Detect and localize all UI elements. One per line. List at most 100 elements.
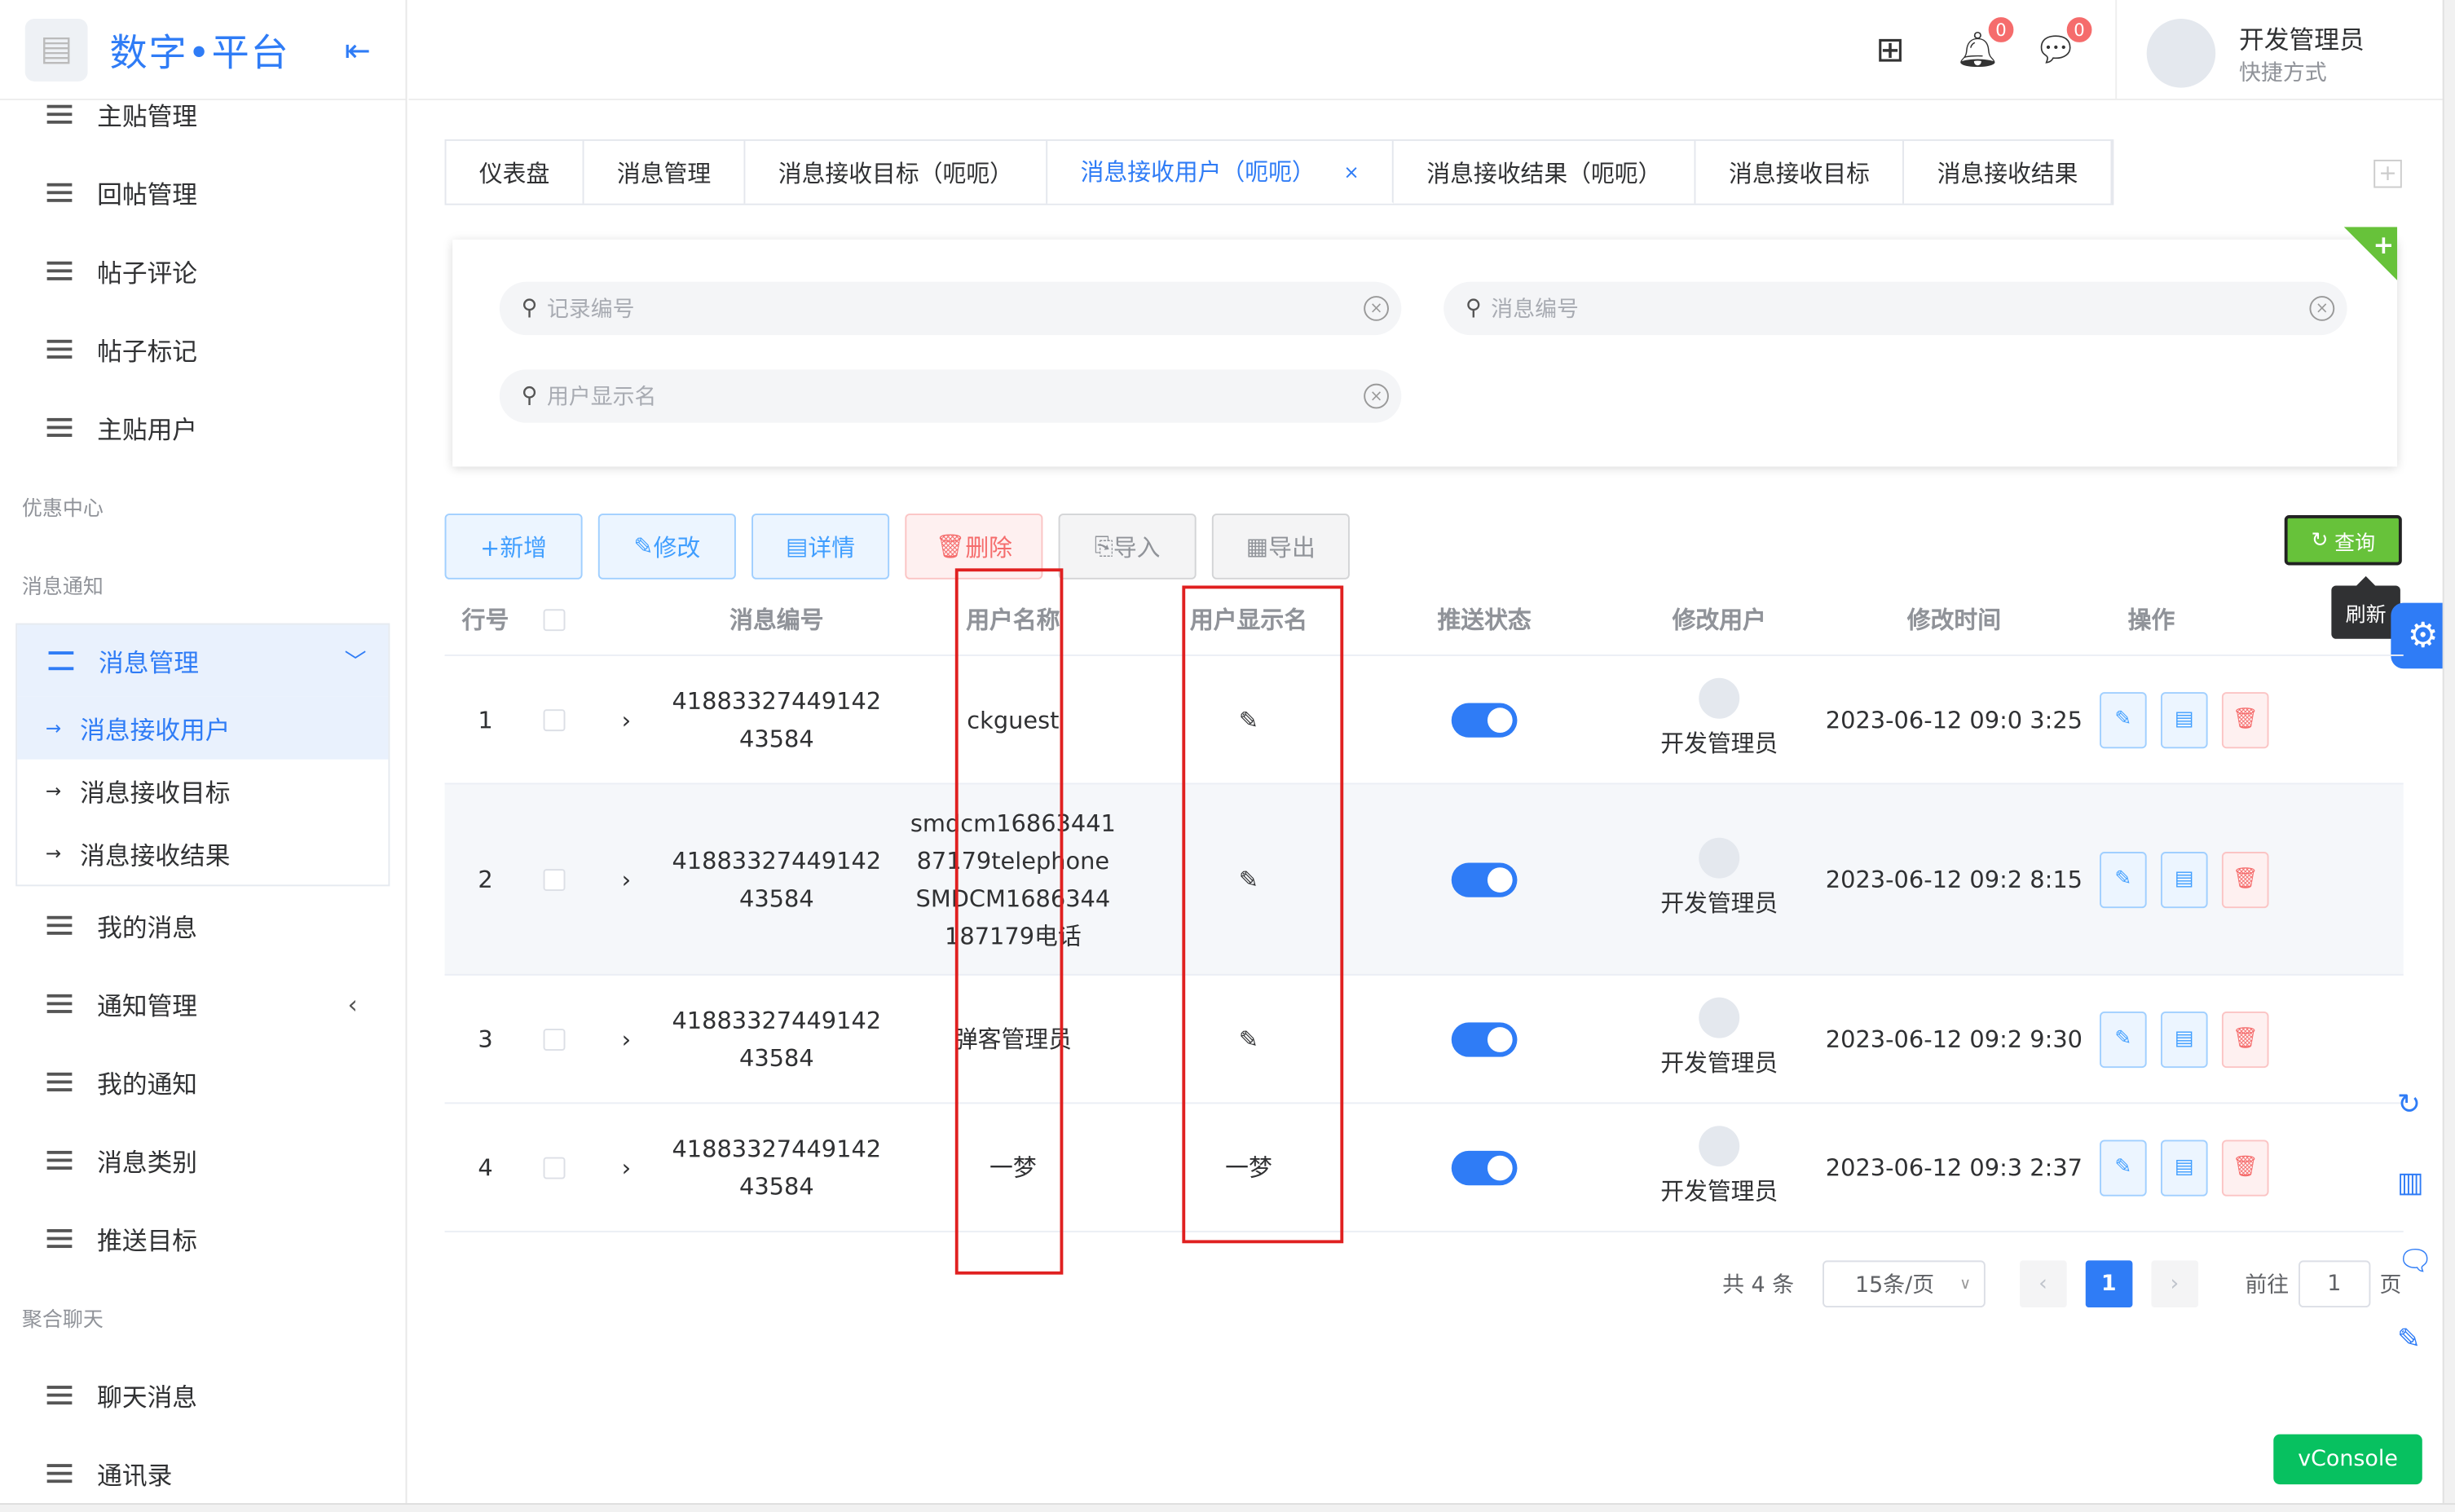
page-size-select[interactable]: 15条/页 ∨	[1822, 1260, 1986, 1308]
row-delete-button[interactable]: 🗑︎	[2221, 691, 2269, 748]
push-status-switch[interactable]	[1355, 1149, 1615, 1185]
user-display-input[interactable]: ⚲ 用户显示名 ×	[499, 369, 1402, 423]
row-edit-button[interactable]: ✎	[2100, 691, 2147, 748]
sidebar-subitem-receive-results[interactable]: → 消息接收结果	[17, 822, 388, 885]
sidebar-item-message-manage[interactable]: 消息管理 ﹀	[17, 624, 389, 697]
goto-page-input[interactable]: 1	[2298, 1260, 2371, 1308]
expand-icon[interactable]: ›	[583, 701, 671, 738]
row-delete-button[interactable]: 🗑︎	[2221, 851, 2269, 908]
sidebar-item-msg-category[interactable]: 消息类别	[0, 1121, 406, 1199]
sidebar-item-label: 我的通知	[97, 1069, 198, 1100]
horizontal-scrollbar[interactable]	[0, 1503, 2455, 1512]
expand-icon[interactable]: ›	[583, 861, 671, 898]
sidebar-item-my-notify[interactable]: 我的通知	[0, 1043, 406, 1121]
prev-page-button[interactable]: ‹	[2019, 1260, 2067, 1308]
sidebar-item-marks[interactable]: 帖子标记	[0, 310, 406, 388]
query-button[interactable]: ↻ 查询	[2284, 515, 2402, 566]
refresh-icon[interactable]: ↻	[2397, 1088, 2438, 1121]
chat-icon[interactable]: 💬︎ 0	[2034, 15, 2094, 70]
tab-label: 消息接收结果	[1937, 158, 2078, 187]
msg-no-input[interactable]: ⚲ 消息编号 ×	[1443, 281, 2347, 336]
row-delete-button[interactable]: 🗑︎	[2221, 1139, 2269, 1196]
chat-bubble-icon[interactable]: 🗨︎	[2397, 1245, 2438, 1277]
row-actions: ✎ ▤ 🗑︎	[2084, 1139, 2288, 1196]
tab-receive-targets-ee[interactable]: 消息接收目标（呃呃）	[745, 140, 1048, 204]
sidebar-item-contacts[interactable]: 通讯录	[0, 1435, 406, 1512]
page-number-current[interactable]: 1	[2085, 1260, 2133, 1308]
menu-icon	[46, 1150, 73, 1170]
tab-receive-targets[interactable]: 消息接收目标	[1696, 140, 1905, 204]
user-name[interactable]: 开发管理员	[2239, 19, 2365, 56]
tab-message-manage[interactable]: 消息管理	[584, 140, 746, 204]
avatar[interactable]	[2146, 19, 2216, 88]
col-header: 推送状态	[1437, 605, 1532, 634]
sidebar-item-push-target[interactable]: 推送目标	[0, 1199, 406, 1277]
row-checkbox[interactable]	[526, 1028, 582, 1051]
sidebar-item-label: 主贴管理	[97, 101, 198, 132]
tab-label: 消息接收结果（呃呃）	[1426, 158, 1662, 187]
vertical-scrollbar[interactable]	[2442, 0, 2455, 1512]
tab-label: 消息接收目标（呃呃）	[778, 158, 1013, 187]
add-tab-icon[interactable]: +	[2373, 159, 2402, 188]
apps-grid-icon[interactable]: ⊞	[1875, 31, 1904, 70]
edit-button[interactable]: ✎ 修改	[597, 514, 736, 580]
row-delete-button[interactable]: 🗑︎	[2221, 1011, 2269, 1068]
divider	[2115, 0, 2118, 100]
sidebar-item-replies[interactable]: 回帖管理	[0, 153, 406, 231]
import-button[interactable]: ⎘ 导入	[1058, 514, 1197, 580]
row-edit-button[interactable]: ✎	[2100, 851, 2147, 908]
tab-receive-results-ee[interactable]: 消息接收结果（呃呃）	[1394, 140, 1696, 204]
row-detail-button[interactable]: ▤	[2160, 1139, 2208, 1196]
sidebar-item-notify-manage[interactable]: 通知管理 ‹	[0, 964, 406, 1043]
button-label: 修改	[653, 533, 701, 562]
select-all-checkbox[interactable]	[526, 608, 582, 631]
expand-icon[interactable]: ›	[583, 1020, 671, 1058]
row-checkbox[interactable]	[526, 868, 582, 891]
record-no-input[interactable]: ⚲ 记录编号 ×	[499, 281, 1402, 336]
push-status-switch[interactable]	[1355, 862, 1615, 897]
tab-dashboard[interactable]: 仪表盘	[446, 140, 584, 204]
row-detail-button[interactable]: ▤	[2160, 851, 2208, 908]
sidebar-subitem-receive-users[interactable]: → 消息接收用户	[17, 696, 389, 760]
group-title-notify: 消息通知	[21, 575, 104, 599]
tab-receive-users-ee[interactable]: 消息接收用户（呃呃） ×	[1047, 140, 1394, 204]
edit-square-icon[interactable]: ✎	[2397, 1323, 2438, 1356]
sidebar-item-comments[interactable]: 帖子评论	[0, 231, 406, 310]
sidebar-item-label: 消息管理	[99, 648, 199, 678]
detail-button[interactable]: ▤ 详情	[751, 514, 890, 580]
sidebar-item-chat-messages[interactable]: 聊天消息	[0, 1356, 406, 1435]
user-shortcut[interactable]: 快捷方式	[2239, 56, 2327, 87]
bell-icon[interactable]: 🔔︎ 0	[1955, 15, 2016, 70]
collapse-sidebar-icon[interactable]: ⇤	[345, 31, 371, 68]
expand-icon[interactable]: ›	[583, 1148, 671, 1186]
row-checkbox[interactable]	[526, 708, 582, 731]
clear-icon[interactable]: ×	[1364, 383, 1389, 409]
row-edit-button[interactable]: ✎	[2100, 1011, 2147, 1068]
menu-icon	[46, 994, 73, 1013]
row-detail-button[interactable]: ▤	[2160, 691, 2208, 748]
sidebar-item-my-messages[interactable]: 我的消息	[0, 886, 406, 964]
highlight-box-user-name	[954, 568, 1064, 1275]
button-label: 详情	[808, 533, 856, 562]
msg-no-cell: 41883327449142 43584	[672, 1134, 882, 1201]
notebook-icon[interactable]: ▥	[2397, 1166, 2438, 1199]
sidebar-item-main-posts[interactable]: 主贴管理	[0, 75, 406, 153]
clear-icon[interactable]: ×	[2309, 296, 2335, 321]
sidebar-subitem-receive-targets[interactable]: → 消息接收目标	[17, 760, 388, 822]
row-edit-button[interactable]: ✎	[2100, 1139, 2147, 1196]
button-label: 导入	[1113, 533, 1161, 562]
export-button[interactable]: ▦ 导出	[1211, 514, 1350, 580]
add-button[interactable]: +新增	[444, 514, 583, 580]
tab-label: 消息管理	[616, 158, 712, 187]
clear-icon[interactable]: ×	[1364, 296, 1389, 321]
vconsole-button[interactable]: vConsole	[2273, 1434, 2422, 1485]
row-detail-button[interactable]: ▤	[2160, 1011, 2208, 1068]
push-status-switch[interactable]	[1355, 702, 1615, 737]
tab-receive-results[interactable]: 消息接收结果	[1904, 140, 2113, 204]
next-page-button[interactable]: ›	[2151, 1260, 2198, 1308]
row-checkbox[interactable]	[526, 1156, 582, 1179]
close-icon[interactable]: ×	[1343, 161, 1359, 183]
sidebar-item-post-users[interactable]: 主贴用户	[0, 388, 406, 466]
push-status-switch[interactable]	[1355, 1021, 1615, 1056]
table-row: 2 › 41883327449142 43584 smdcm16863441 8…	[444, 784, 2404, 976]
